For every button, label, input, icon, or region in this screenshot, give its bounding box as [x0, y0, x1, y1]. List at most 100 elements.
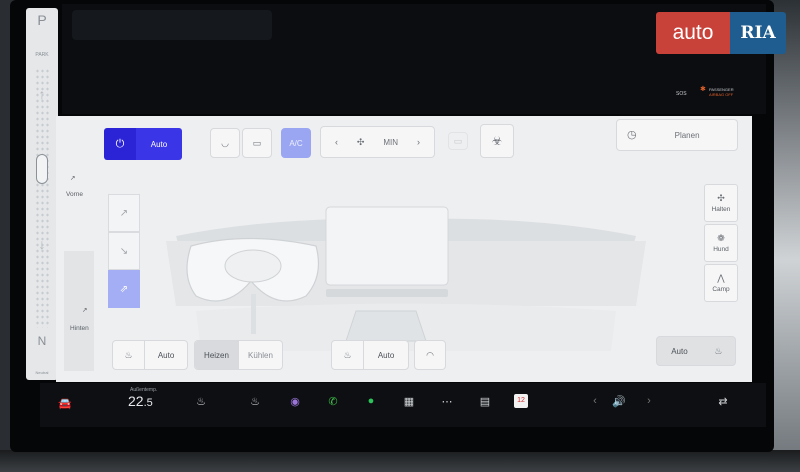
- steering-heat-icon: ♨: [343, 349, 352, 360]
- vent-strip: [326, 289, 448, 297]
- more-icon[interactable]: ⋯: [438, 395, 456, 408]
- rear-zone-strip: [64, 251, 94, 371]
- steering-heat-button[interactable]: ♨: [332, 341, 363, 369]
- sos-indicator: SOS: [676, 91, 687, 97]
- calendar-icon[interactable]: 12: [514, 394, 528, 408]
- wiper-defrost-button[interactable]: ◠: [414, 340, 446, 370]
- watermark-auto: auto: [656, 12, 730, 54]
- vent-feet-icon: ↘: [119, 245, 129, 257]
- seat-heat-icon: ♨: [714, 345, 723, 356]
- gear-park[interactable]: P: [26, 12, 58, 28]
- fan-icon: ✣: [356, 136, 365, 147]
- heated-seat-icon[interactable]: ♨: [246, 395, 264, 408]
- fan-decrease-button[interactable]: ‹: [335, 137, 338, 147]
- front-defrost-button[interactable]: ◡: [210, 128, 240, 158]
- top-bar-blurred-area: [72, 10, 272, 40]
- gear-park-label: PARK: [35, 52, 49, 58]
- steering-heat-auto[interactable]: Auto: [363, 341, 408, 369]
- arrow-down-icon: ↓: [38, 236, 46, 252]
- car-icon[interactable]: 🚘: [56, 397, 74, 410]
- vent-face-icon: ↗: [119, 207, 129, 219]
- dog-mode-button[interactable]: ❁ Hund: [704, 224, 738, 262]
- climate-panel: ⏻ Auto ◡ ▭ A/C ‹ ✣ MIN › ▭ ☣ ◷ Planen ↗ …: [56, 116, 752, 382]
- temperature-int: 22: [128, 393, 144, 409]
- seat-heat-icon[interactable]: ♨: [192, 395, 210, 408]
- car-dash-bottom: [0, 450, 800, 472]
- airbag-line-2: AIRBAG OFF: [709, 92, 734, 97]
- car-silhouette-icon: [36, 154, 48, 184]
- vent-face-feet-icon: ⇗: [119, 283, 129, 295]
- camp-mode-label: Camp: [712, 285, 730, 293]
- fan-level: MIN: [383, 137, 399, 147]
- driver-seat-auto[interactable]: Auto: [144, 341, 187, 369]
- tent-icon: ⋀: [717, 272, 725, 283]
- driver-seat-heat-button[interactable]: ♨: [113, 341, 144, 369]
- schedule-label: Planen: [674, 130, 700, 140]
- passenger-seat-heat-button[interactable]: ♨: [702, 337, 735, 365]
- biohazard-icon: ☣: [491, 134, 503, 148]
- rear-defrost-button[interactable]: ▭: [242, 128, 272, 158]
- passenger-seat-auto[interactable]: Auto: [657, 337, 702, 365]
- gear-selector[interactable]: P PARK ↑ ↓ N Neutral: [26, 8, 58, 380]
- clock-icon: ◷: [627, 128, 637, 141]
- fan-hold-icon: ✣: [717, 192, 725, 203]
- driver-seat-heat-group: ♨ Auto: [112, 340, 188, 370]
- gear-neutral-label: Neutral: [35, 370, 49, 375]
- front-defrost-icon: ◡: [221, 137, 229, 148]
- gear-neutral[interactable]: N: [26, 334, 58, 348]
- manual-icon[interactable]: ▤: [476, 395, 494, 408]
- recirculate-button[interactable]: ▭: [448, 132, 468, 150]
- temperature-display[interactable]: 22.5: [128, 393, 153, 409]
- heat-button[interactable]: Heizen: [195, 341, 238, 369]
- autoria-watermark: auto RIA: [656, 12, 788, 54]
- passenger-airbag-status: ✱ PASSENGER AIRBAG OFF: [700, 86, 734, 97]
- paw-icon: ❁: [717, 232, 725, 243]
- toybox-icon[interactable]: ▦: [400, 395, 418, 408]
- watermark-ria: RIA: [730, 12, 786, 54]
- fan-increase-button[interactable]: ›: [417, 137, 420, 147]
- camera-icon[interactable]: ◉: [286, 395, 304, 408]
- front-vent-icon: ↗: [70, 175, 76, 182]
- rear-vent-icon: ↗: [82, 307, 88, 314]
- dog-mode-label: Hund: [713, 245, 729, 253]
- console-shelf: [345, 310, 427, 342]
- phone-icon[interactable]: ✆: [324, 395, 342, 408]
- rear-defrost-icon: ▭: [252, 137, 262, 148]
- volume-next-icon[interactable]: ›: [640, 395, 658, 407]
- cool-button[interactable]: Kühlen: [238, 341, 282, 369]
- center-display: [325, 206, 449, 286]
- vent-mode-feet[interactable]: ↘: [108, 232, 140, 270]
- bioweapon-defense-button[interactable]: ☣: [480, 124, 514, 158]
- keep-climate-button[interactable]: ✣ Halten: [704, 184, 738, 222]
- rear-label: Hinten: [70, 325, 89, 332]
- power-icon: ⏻: [115, 137, 125, 150]
- cabin-illustration[interactable]: [156, 201, 656, 351]
- camp-mode-button[interactable]: ⋀ Camp: [704, 264, 738, 302]
- spotify-icon[interactable]: ●: [362, 395, 380, 407]
- swap-icon[interactable]: ⇄: [714, 395, 732, 408]
- keep-climate-label: Halten: [711, 205, 731, 213]
- ac-button[interactable]: A/C: [281, 128, 311, 158]
- airbag-icon: ✱: [700, 86, 706, 93]
- yoke-center: [224, 249, 282, 283]
- power-button[interactable]: ⏻: [104, 128, 136, 160]
- steering-heat-group: ♨ Auto: [331, 340, 409, 370]
- temperature-dec: .5: [143, 397, 153, 409]
- fan-speed-control: ‹ ✣ MIN ›: [320, 126, 435, 158]
- seat-heat-icon: ♨: [124, 349, 133, 360]
- volume-prev-icon[interactable]: ‹: [586, 395, 604, 407]
- auto-button[interactable]: Auto: [136, 128, 182, 160]
- recirculate-icon: ▭: [453, 135, 463, 146]
- vent-mode-face-feet[interactable]: ⇗: [108, 270, 140, 308]
- vent-mode-face[interactable]: ↗: [108, 194, 140, 232]
- steering-column: [251, 294, 256, 334]
- car-body-right: [770, 0, 800, 472]
- taskbar: 🚘 Außentemp. 22.5 ♨ ♨ ◉ ✆ ● ▦ ⋯ ▤ 12 ‹ 🔊…: [40, 383, 766, 427]
- heat-cool-toggle: Heizen Kühlen: [194, 340, 283, 370]
- passenger-seat-heat-group: Auto ♨: [656, 336, 736, 366]
- front-label: Vorne: [66, 191, 83, 198]
- schedule-button[interactable]: ◷ Planen: [616, 119, 738, 151]
- volume-icon[interactable]: 🔊: [610, 395, 628, 408]
- wiper-defrost-icon: ◠: [426, 349, 434, 360]
- climate-power-group: ⏻ Auto: [104, 128, 182, 160]
